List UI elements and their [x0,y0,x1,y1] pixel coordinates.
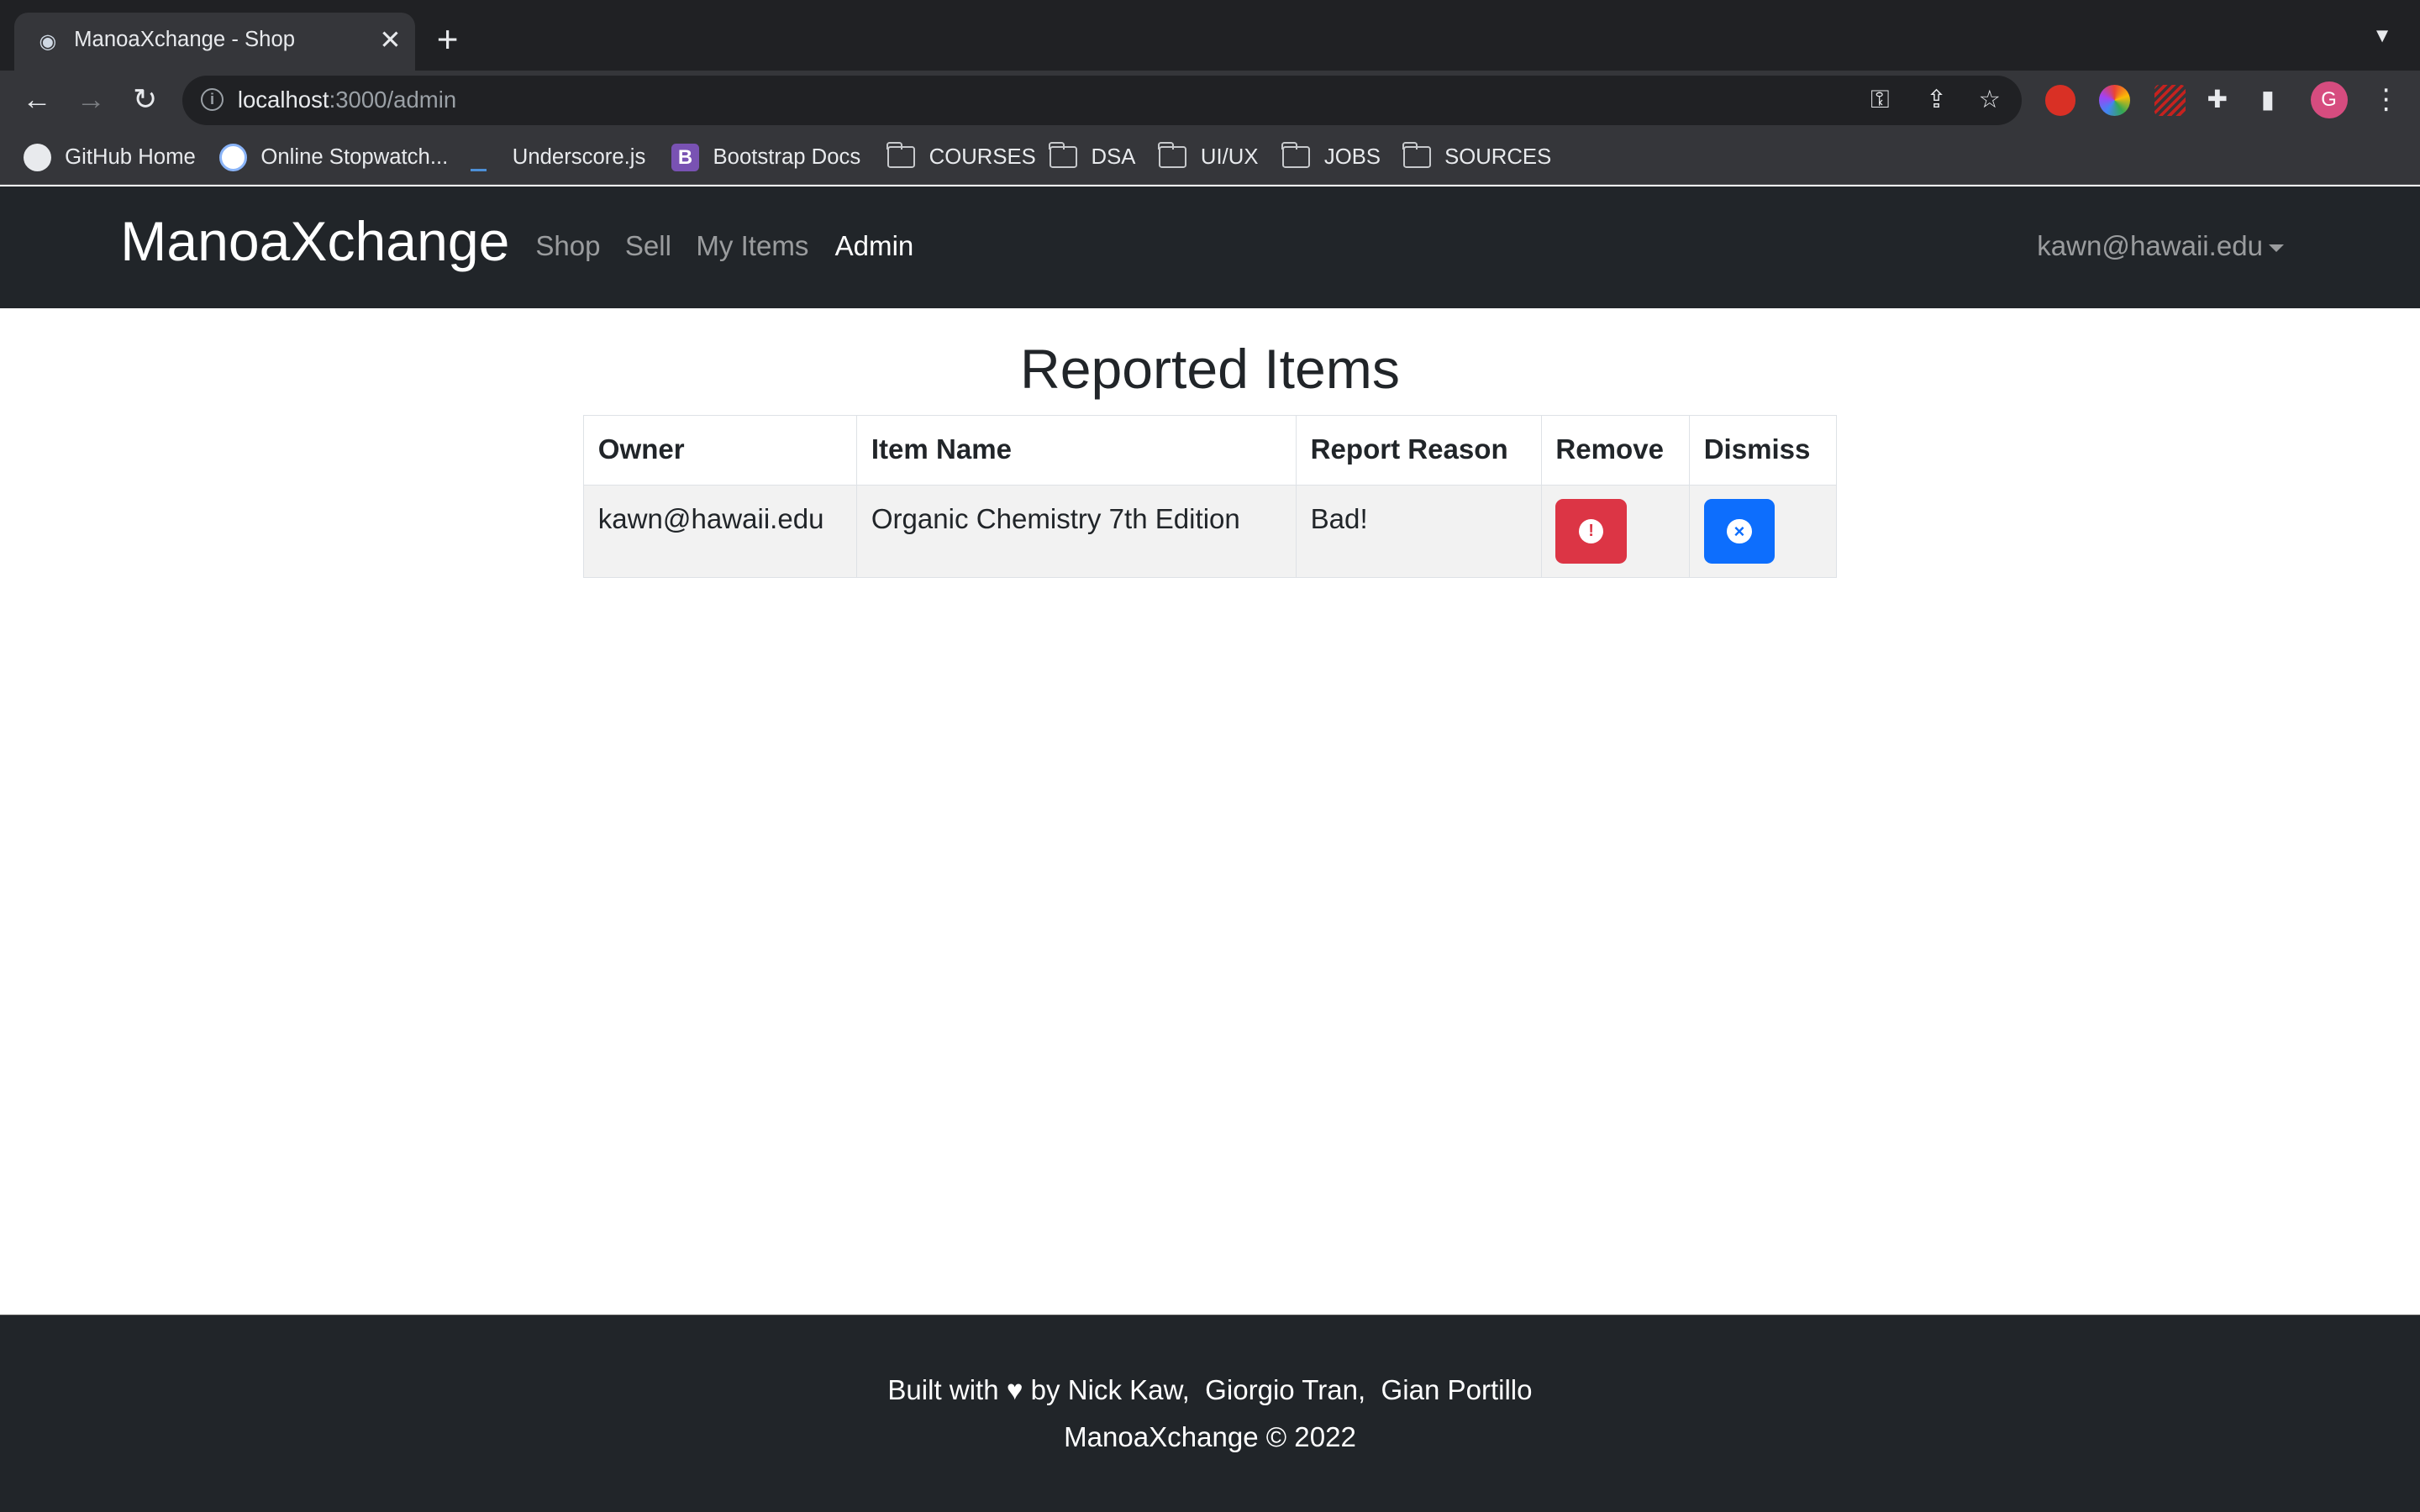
page-title: Reported Items [1019,339,1400,402]
dismiss-cell: × [1689,484,1837,578]
bookmark-folder-courses[interactable]: COURSES [886,142,1036,171]
browser-tab[interactable]: ◉ ManoaXchange - Shop ✕ [13,12,416,71]
remove-cell: ! [1540,484,1691,578]
reported-items-table: Owner Item Name Report Reason Remove Dis… [583,415,1837,578]
browser-tab-strip: ◉ ManoaXchange - Shop ✕ + ▼ [0,0,2420,71]
tab-search-chevron-icon[interactable]: ▼ [2372,24,2392,48]
back-arrow-icon[interactable]: ← [20,83,54,117]
column-header-report-reason: Report Reason [1296,415,1542,486]
site-info-icon[interactable]: i [200,87,224,112]
share-icon[interactable]: ⇪ [1926,85,1947,116]
table-header-row: Owner Item Name Report Reason Remove Dis… [583,415,1837,486]
footer-copyright: ManoaXchange © 2022 [1064,1421,1356,1453]
bootstrap-icon: B [671,143,699,171]
heart-icon: ♥ [1006,1375,1023,1407]
folder-icon [1281,142,1311,169]
column-header-remove: Remove [1540,415,1691,486]
new-tab-icon[interactable]: + [437,21,459,59]
browser-toolbar: ← → ↻ i localhost:3000/admin ⚿ ⇪ ☆ ✚ ▮ G… [0,71,2420,130]
app-navbar: ManoaXchange Shop Sell My Items Admin ka… [0,186,2420,309]
tab-close-icon[interactable]: ✕ [379,26,401,54]
user-dropdown[interactable]: kawn@hawaii.edu [2037,231,2285,263]
item-name-cell: Organic Chemistry 7th Edition [856,484,1297,578]
bookmark-folder-jobs[interactable]: JOBS [1281,142,1381,171]
bookmark-online-stopwatch[interactable]: Online Stopwatch... [218,143,448,171]
nav-link-shop[interactable]: Shop [535,231,600,263]
site-favicon-icon: ◉ [39,29,57,53]
bookmark-underscore-js[interactable]: Underscore.js [471,144,645,171]
bookmark-github-home[interactable]: GitHub Home [23,143,196,171]
nav-link-admin[interactable]: Admin [835,231,914,263]
password-key-icon[interactable]: ⚿ [1870,85,1889,116]
browser-menu-icon[interactable]: ⋮ [2372,81,2400,118]
bookmark-star-icon[interactable]: ☆ [1979,85,2001,116]
folder-icon [1402,142,1431,169]
exclamation-circle-icon: ! [1578,519,1604,544]
tab-title: ManoaXchange - Shop [74,28,296,52]
caret-down-icon [2269,244,2285,253]
folder-icon [1049,142,1077,169]
owner-cell: kawn@hawaii.edu [583,484,858,578]
bookmark-bootstrap-docs[interactable]: B Bootstrap Docs [671,143,860,171]
profile-avatar[interactable]: G [2310,81,2348,119]
bookmark-folder-sources[interactable]: SOURCES [1402,142,1551,171]
folder-icon [886,142,916,169]
color-picker-extension-icon[interactable] [2098,85,2130,116]
github-icon [23,143,51,171]
footer: Built with ♥ by Nick Kaw, Giorgio Tran, … [0,1314,2420,1512]
brand-logo[interactable]: ManoaXchange [120,210,509,274]
dismiss-button[interactable]: × [1703,499,1776,564]
bookmark-folder-ui-ux[interactable]: UI/UX [1158,142,1258,171]
bookmarks-bar: GitHub Home Online Stopwatch... Undersco… [0,129,2420,186]
bookmark-folder-dsa[interactable]: DSA [1049,142,1135,171]
extensions-puzzle-icon[interactable]: ✚ [2207,85,2228,116]
side-panel-icon[interactable]: ▮ [2261,85,2275,116]
report-reason-cell: Bad! [1296,484,1542,578]
table-row: kawn@hawaii.edu Organic Chemistry 7th Ed… [583,484,1837,578]
url-text[interactable]: localhost:3000/admin [238,87,456,113]
remove-button[interactable]: ! [1555,499,1627,564]
forward-arrow-icon[interactable]: → [74,83,108,117]
column-header-owner: Owner [583,415,858,486]
footer-credits: Built with ♥ by Nick Kaw, Giorgio Tran, … [887,1375,1533,1407]
x-circle-icon: × [1727,519,1752,544]
folder-icon [1158,142,1187,169]
underscore-icon [471,153,487,171]
nav-link-my-items[interactable]: My Items [696,231,808,263]
column-header-item-name: Item Name [856,415,1297,486]
stopwatch-icon [218,143,247,171]
address-bar[interactable]: i localhost:3000/admin ⚿ ⇪ ☆ [182,75,2023,125]
reload-icon[interactable]: ↻ [128,83,161,117]
column-header-dismiss: Dismiss [1689,415,1837,486]
adblock-extension-icon[interactable] [2044,85,2076,116]
extension-icon[interactable] [2154,85,2186,116]
user-email: kawn@hawaii.edu [2037,231,2263,263]
nav-link-sell[interactable]: Sell [625,231,671,263]
